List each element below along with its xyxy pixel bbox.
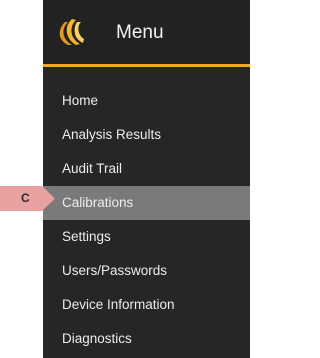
menu-list: Home Analysis Results Audit Trail Calibr… [43,84,250,356]
callout-label: C [21,191,30,205]
menu-item-calibrations[interactable]: Calibrations [43,186,250,220]
header-accent-divider [43,64,250,67]
app-screenshot: Menu Home Analysis Results Audit Trail C… [0,0,250,358]
menu-item-settings[interactable]: Settings [43,220,250,254]
menu-item-diagnostics[interactable]: Diagnostics [43,322,250,356]
menu-title: Menu [116,22,164,43]
menu-item-audit-trail[interactable]: Audit Trail [43,152,250,186]
menu-logo-icon [59,19,84,45]
menu-header: Menu [43,0,250,64]
menu-item-device-information[interactable]: Device Information [43,288,250,322]
menu-item-home[interactable]: Home [43,84,250,118]
menu-item-users-passwords[interactable]: Users/Passwords [43,254,250,288]
menu-item-analysis-results[interactable]: Analysis Results [43,118,250,152]
callout-marker: C [0,186,55,211]
menu-sidebar: Menu Home Analysis Results Audit Trail C… [43,0,250,358]
